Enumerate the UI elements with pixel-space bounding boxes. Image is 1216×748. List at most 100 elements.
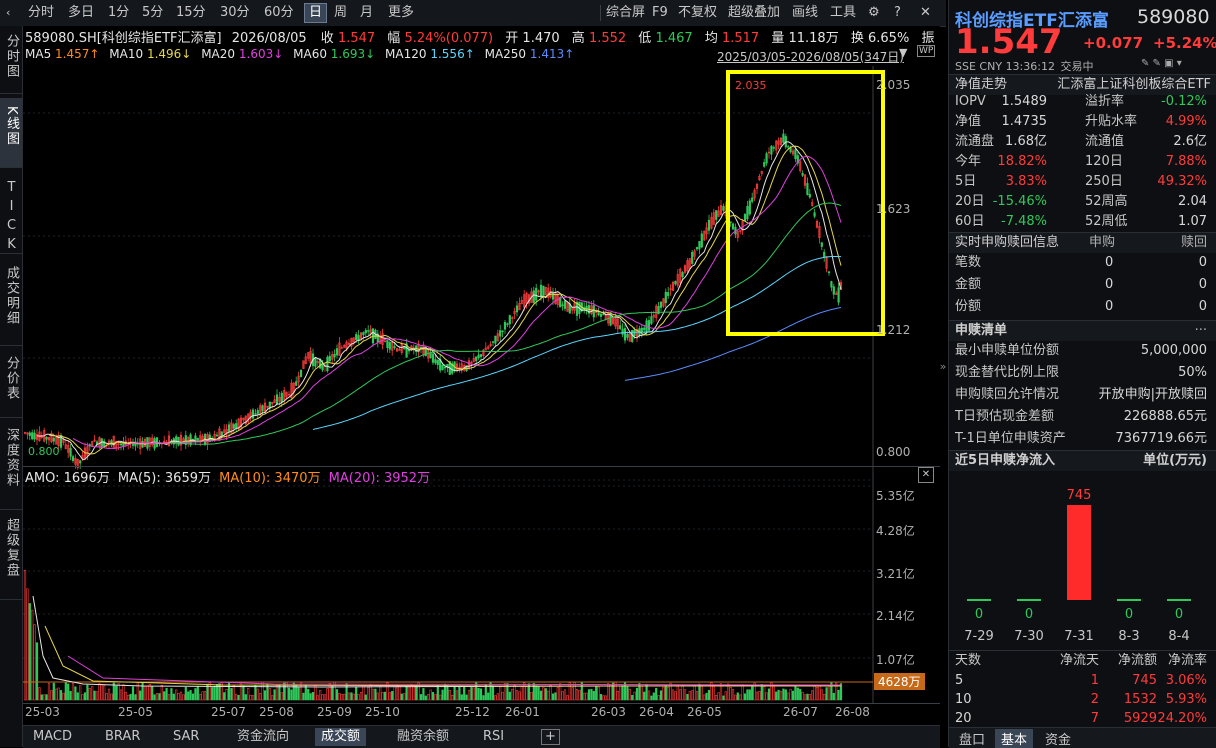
volume-bar	[131, 686, 135, 701]
help-icon[interactable]: ?	[890, 4, 905, 22]
volume-bar	[479, 688, 483, 701]
volume-bar	[551, 693, 555, 701]
tab-basic[interactable]: 基本	[995, 729, 1034, 748]
price-change: +0.077	[1083, 34, 1144, 52]
volume-bar	[403, 693, 406, 701]
panel-icons[interactable]: ✎ ✎ ▣ ▾	[1141, 58, 1182, 69]
wp-icon[interactable]: WP	[917, 45, 936, 57]
flow-table-cell: 7	[1090, 711, 1099, 726]
left-tab-tick[interactable]: TICK	[0, 174, 22, 256]
candle-body	[794, 149, 797, 160]
volume-bar	[417, 682, 420, 701]
candle-body	[28, 432, 31, 436]
tab-brar[interactable]: BRAR	[99, 728, 146, 746]
volume-bar	[815, 686, 819, 701]
candle-body	[787, 146, 790, 148]
quote-info-line: 589080.SH[科创综指ETF汇添富] 2026/08/05 收 1.547…	[25, 27, 934, 46]
volume-bar	[530, 692, 533, 701]
toolbar-super-overlay[interactable]: 超级叠加	[724, 4, 784, 22]
date-range[interactable]: 2025/03/05-2026/08/05(347日)	[717, 48, 904, 65]
flow-value-label: 0	[975, 607, 983, 622]
left-tab-kline[interactable]: K线图	[0, 98, 22, 168]
volume-bar	[103, 685, 106, 701]
collapse-panel-icon[interactable]: »	[938, 360, 948, 390]
candle-body	[321, 364, 324, 371]
period-tab-day[interactable]: 日	[304, 3, 328, 23]
period-tab-month[interactable]: 月	[356, 4, 377, 22]
tab-turnover-amount[interactable]: 成交额	[315, 728, 367, 746]
toolbar-tools[interactable]: 工具	[826, 4, 860, 22]
tab-funds[interactable]: 资金	[1039, 729, 1077, 748]
kline-chart-area[interactable]: 589080.SH[科创综指ETF汇添富] 2026/08/05 收 1.547…	[23, 26, 940, 723]
security-code: 589080.SH[科创综指ETF汇添富]	[25, 31, 222, 46]
volume-bar	[813, 686, 816, 701]
left-tab-replay[interactable]: 超级复盘	[0, 514, 22, 600]
left-tab-depth[interactable]: 深度资料	[0, 424, 22, 510]
tab-sar[interactable]: SAR	[167, 728, 205, 746]
toolbar-draw-line[interactable]: 画线	[788, 4, 822, 22]
flow-value-label: 0	[1025, 607, 1033, 622]
volume-bar	[170, 688, 173, 701]
candle-body	[731, 223, 735, 230]
volume-bar	[151, 686, 154, 701]
price-axis-label: 1.212	[876, 323, 911, 337]
period-tab-more[interactable]: 更多	[384, 4, 418, 22]
left-tab-trades[interactable]: 成交明细	[0, 262, 22, 346]
volume-bar	[650, 695, 653, 701]
add-indicator-button[interactable]: +	[541, 729, 560, 745]
amo-ma20-line	[67, 655, 842, 686]
period-tab-2[interactable]: 多日	[64, 4, 98, 22]
change-value: 5.24%(0.077)	[404, 31, 494, 46]
volume-bar	[319, 690, 322, 701]
more-icon[interactable]: ···	[1195, 321, 1207, 341]
volume-bar	[820, 689, 823, 701]
gear-icon[interactable]: ⚙	[864, 4, 884, 22]
toolbar-composite-screen[interactable]: 综合屏	[602, 4, 649, 22]
close-indicator-icon[interactable]: ✕	[918, 467, 934, 483]
volume-bar	[751, 685, 754, 701]
candle-body	[619, 325, 622, 329]
tab-orderbook[interactable]: 盘口	[953, 729, 991, 748]
volume-bar	[806, 693, 809, 701]
low-price-mark: 0.800	[28, 445, 60, 458]
candle-body	[256, 410, 259, 414]
tab-fund-flow[interactable]: 资金流向	[231, 728, 295, 746]
period-tab-1[interactable]: 分时	[24, 4, 58, 22]
toolbar-f9[interactable]: F9	[648, 4, 672, 22]
vol-current-badge: 4628万	[874, 673, 925, 690]
period-tab-week[interactable]: 周	[330, 4, 351, 22]
stat-value: 2.04	[1178, 194, 1207, 209]
candle-body	[100, 438, 103, 449]
left-tab-intraday[interactable]: 分时图	[0, 30, 22, 94]
candle-body	[491, 341, 495, 343]
candle-body	[393, 346, 396, 349]
period-tab-7[interactable]: 60分	[260, 4, 298, 22]
tab-margin-balance[interactable]: 融资余额	[391, 728, 455, 746]
volume-bar	[79, 685, 82, 701]
volume-bar	[177, 692, 180, 701]
x-axis-label: 26-08	[835, 705, 870, 719]
candle-body	[592, 305, 595, 318]
list-row-label: T日预估现金差额	[955, 409, 1054, 424]
volume-bar	[81, 694, 84, 701]
period-tab-4[interactable]: 5分	[138, 4, 167, 22]
period-tab-6[interactable]: 30分	[216, 4, 254, 22]
period-tab-5[interactable]: 15分	[172, 4, 210, 22]
dropdown-triangle-icon[interactable]: ▼	[899, 46, 907, 59]
volume-bar	[741, 684, 744, 701]
volume-bar	[199, 694, 202, 701]
left-tab-price-dist[interactable]: 分价表	[0, 352, 22, 418]
close-icon[interactable]: ✕	[916, 4, 935, 22]
prev-arrow-icon[interactable]: ‹	[2, 4, 14, 22]
toolbar-no-adjust[interactable]: 不复权	[674, 4, 721, 22]
panel-tabs: 盘口 基本 资金	[949, 727, 1216, 748]
x-axis-label: 26-04	[639, 705, 674, 719]
volume-bar	[573, 682, 576, 701]
list-row-value: 开放申购|开放赎回	[1098, 387, 1207, 402]
volume-bar	[700, 684, 703, 701]
volume-bar	[182, 694, 185, 701]
tab-macd[interactable]: MACD	[27, 728, 78, 746]
period-tab-3[interactable]: 1分	[104, 4, 133, 22]
candle-body	[479, 354, 483, 357]
tab-rsi[interactable]: RSI	[477, 728, 510, 746]
